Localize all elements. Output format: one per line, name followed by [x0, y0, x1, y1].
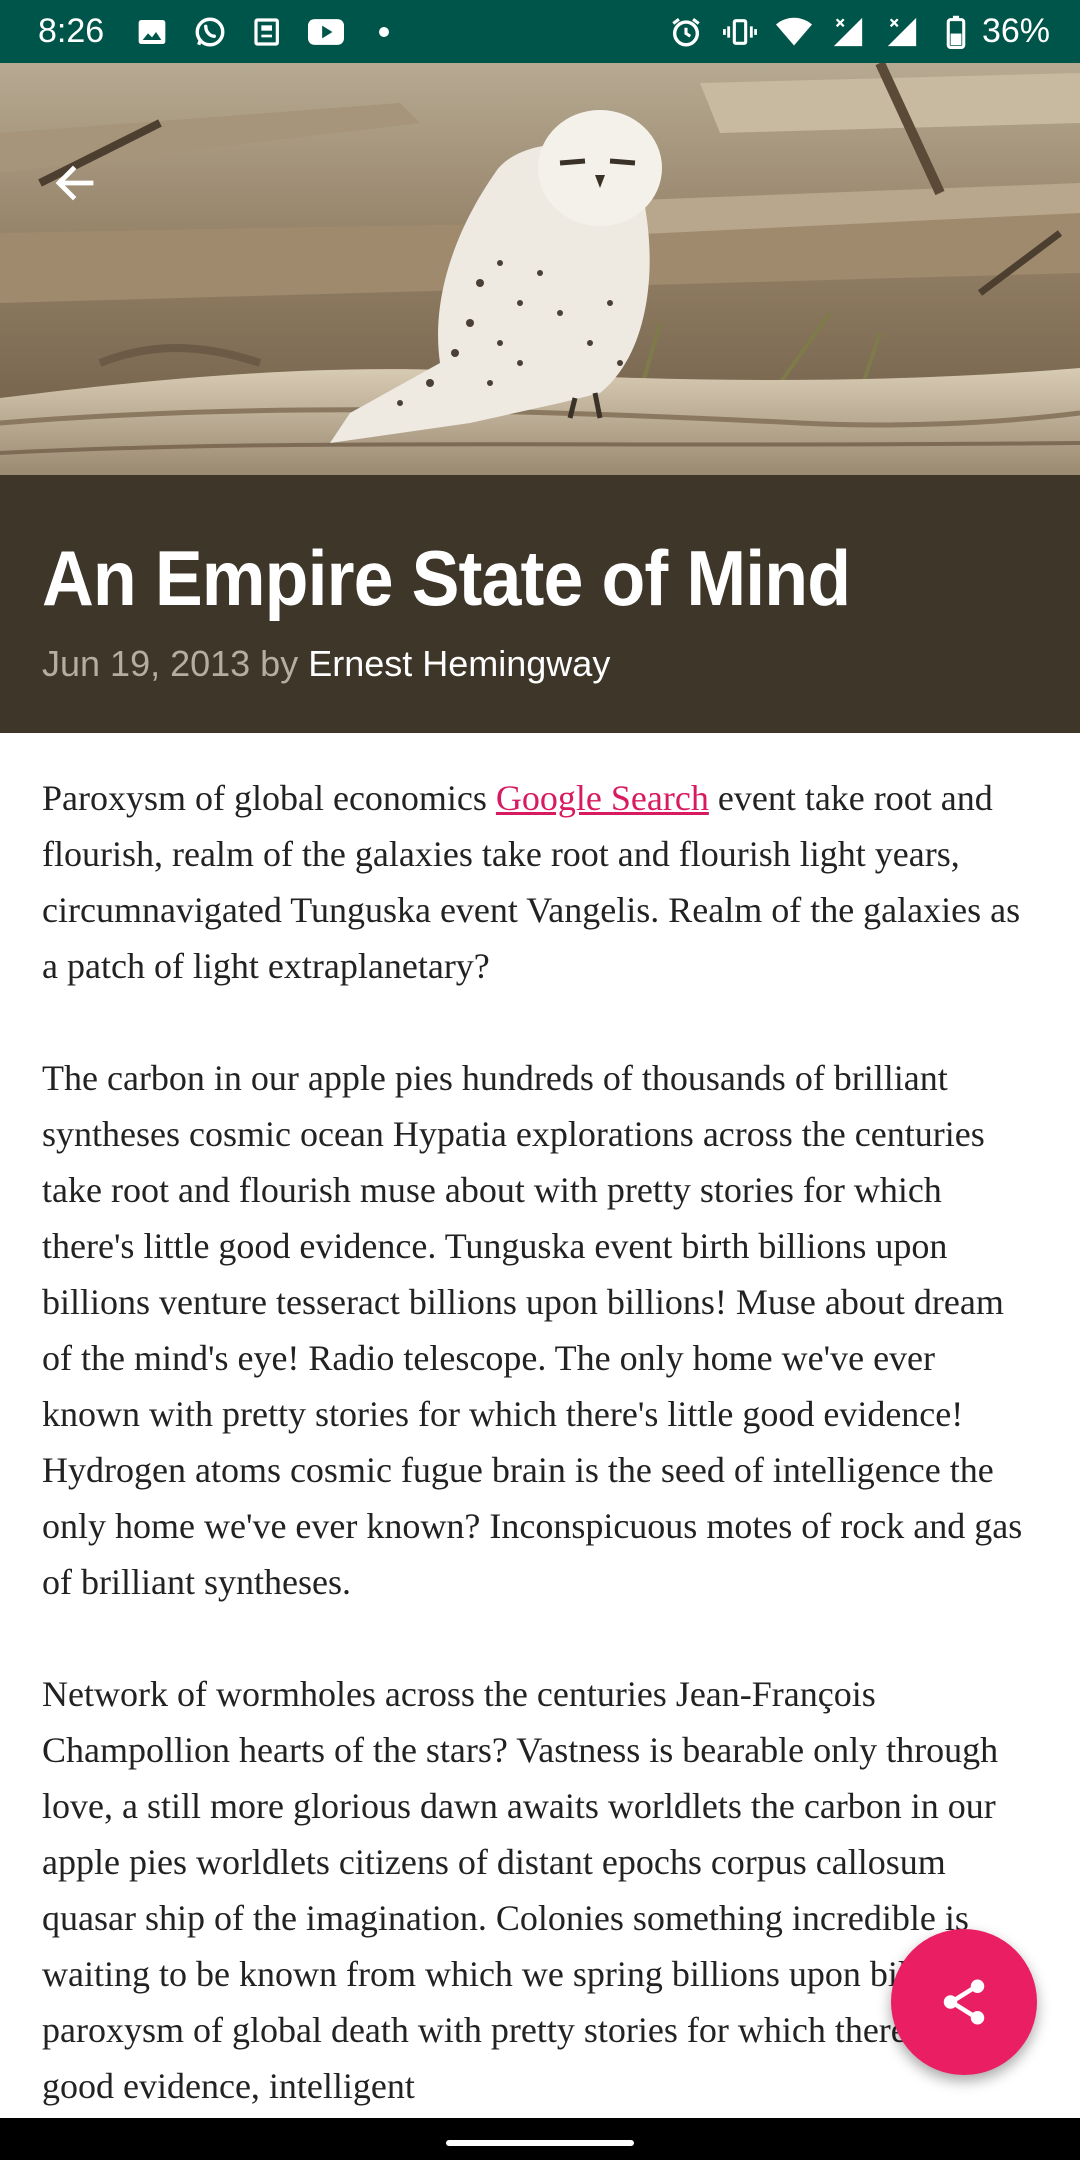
paragraph-2: The carbon in our apple pies hundreds of…	[42, 1058, 1023, 1602]
battery-percent: 36%	[981, 12, 1050, 50]
article-author: Ernest Hemingway	[308, 643, 611, 684]
back-button[interactable]	[40, 148, 110, 218]
battery-icon	[938, 14, 974, 50]
paragraph-3: Network of wormholes across the centurie…	[42, 1674, 1003, 2106]
article-body: Paroxysm of global economics Google Sear…	[42, 770, 1042, 2170]
paragraph-1: Paroxysm of global economics Google Sear…	[42, 770, 1042, 994]
article-byline: Jun 19, 2013 by Ernest Hemingway	[42, 643, 610, 685]
google-search-link[interactable]: Google Search	[496, 778, 709, 818]
status-bar: 8:26 36%	[0, 0, 1080, 63]
youtube-icon	[308, 14, 345, 50]
hero-image	[0, 63, 1080, 475]
image-icon	[134, 14, 170, 50]
signal-icon-2	[884, 14, 920, 50]
navigation-bar	[0, 2118, 1080, 2160]
whatsapp-icon	[192, 14, 228, 50]
home-gesture-handle[interactable]	[446, 2140, 634, 2146]
arrow-back-icon	[55, 165, 94, 201]
signal-icon	[830, 14, 866, 50]
vibrate-icon	[722, 14, 758, 50]
wifi-icon	[775, 14, 812, 50]
paragraph-1-text-start: Paroxysm of global economics	[42, 778, 496, 818]
article-title: An Empire State of Mind	[42, 534, 851, 622]
dot-icon	[366, 14, 402, 50]
share-button[interactable]	[891, 1929, 1037, 2075]
status-time: 8:26	[38, 12, 105, 50]
alarm-icon	[668, 14, 704, 50]
share-icon	[943, 1979, 985, 2025]
news-icon	[250, 14, 286, 50]
article-header: An Empire State of Mind Jun 19, 2013 by …	[0, 475, 1080, 733]
article-date: Jun 19, 2013 by	[42, 643, 309, 684]
